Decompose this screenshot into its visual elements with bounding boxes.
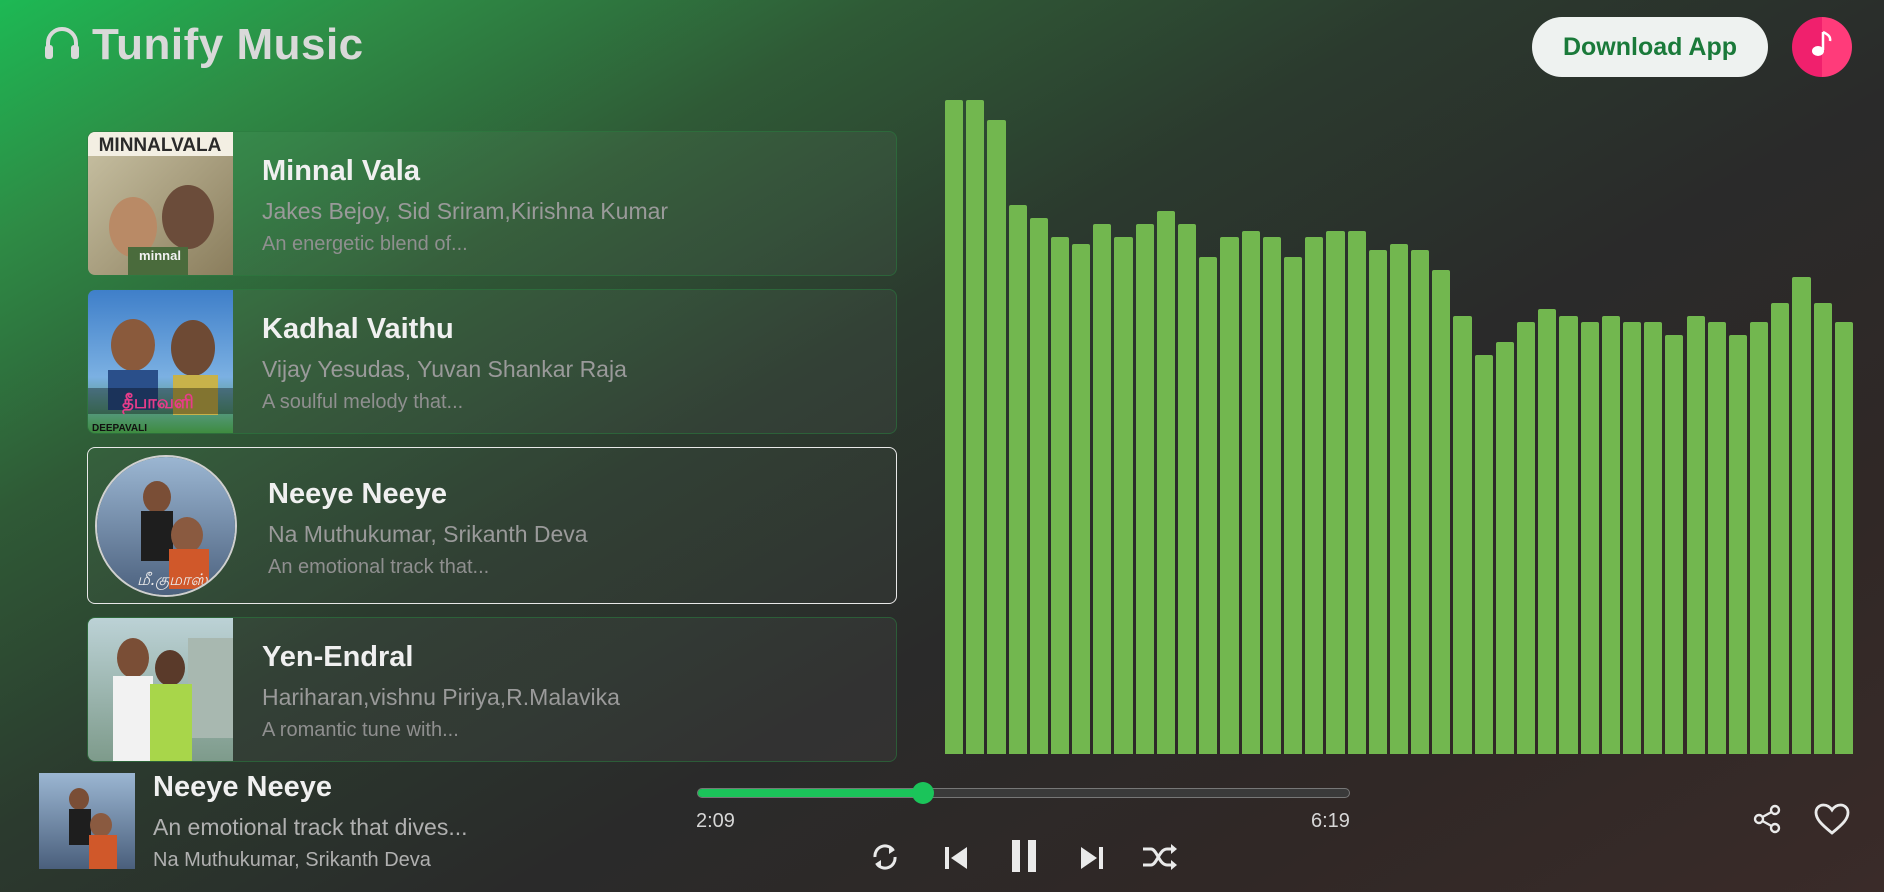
visualizer-bar: [1622, 322, 1642, 754]
visualizer-bar: [1283, 256, 1303, 754]
song-artists: Hariharan,vishnu Piriya,R.Malavika: [262, 684, 620, 710]
song-card-kadhal-vaithu[interactable]: தீபாவளி DEEPAVALI Kadhal Vaithu Vijay Ye…: [87, 289, 897, 434]
song-artists: Vijay Yesudas, Yuvan Shankar Raja: [262, 356, 627, 382]
visualizer-bar: [1072, 243, 1091, 754]
visualizer-bar: [1771, 302, 1790, 754]
visualizer-bar: [1601, 315, 1620, 754]
brand-title: Tunify Music: [92, 20, 364, 69]
visualizer-bar: [1029, 217, 1048, 754]
visualizer-bar: [1517, 322, 1536, 754]
visualizer-bar: [1580, 322, 1599, 754]
previous-button[interactable]: [936, 838, 976, 878]
visualizer-bar: [1008, 204, 1027, 754]
visualizer-bar: [1241, 230, 1260, 754]
visualizer-bar: [987, 119, 1006, 754]
repeat-icon: [867, 839, 903, 875]
brand: Tunify Music: [42, 20, 364, 70]
visualizer-bar: [1368, 250, 1387, 754]
now-playing-cover: [39, 773, 135, 869]
visualizer-bar: [1686, 315, 1705, 754]
song-title: Kadhal Vaithu: [262, 313, 454, 345]
visualizer-bar: [1750, 322, 1769, 754]
progress-fill: [698, 789, 923, 797]
visualizer-bar: [966, 100, 985, 754]
cover-text: DEEPAVALI: [92, 423, 147, 434]
visualizer-bar: [1220, 237, 1239, 754]
visualizer-bar: [1156, 211, 1176, 754]
audio-visualizer: [945, 100, 1853, 754]
visualizer-bar: [1495, 341, 1514, 754]
song-card-minnal-vala[interactable]: MINNALVALA minnal Minnal Vala Jakes Bejo…: [87, 131, 897, 276]
avatar[interactable]: [1792, 17, 1852, 77]
visualizer-bar: [1665, 335, 1684, 754]
visualizer-bar: [1432, 270, 1451, 754]
cover-text: MINNALVALA: [99, 135, 222, 156]
visualizer-bar: [1093, 224, 1112, 754]
now-playing-artists: Na Muthukumar, Srikanth Deva: [153, 849, 431, 871]
pause-icon: [1004, 836, 1044, 876]
now-playing-description: An emotional track that dives...: [153, 814, 468, 840]
music-note-icon: [1805, 28, 1839, 67]
song-cover: தீபாவளி DEEPAVALI: [88, 290, 233, 434]
share-icon: [1751, 803, 1783, 835]
song-card-yen-endral[interactable]: Yen-Endral Hariharan,vishnu Piriya,R.Mal…: [87, 617, 897, 762]
shuffle-icon: [1140, 841, 1180, 873]
visualizer-bar: [1347, 230, 1366, 754]
visualizer-bar: [1453, 315, 1472, 754]
progress-bar[interactable]: [697, 782, 1350, 804]
next-button[interactable]: [1072, 838, 1112, 878]
repeat-button[interactable]: [864, 836, 906, 878]
song-artists: Jakes Bejoy, Sid Sriram,Kirishna Kumar: [262, 198, 669, 224]
total-duration: 6:19: [1311, 810, 1350, 832]
song-cover: [88, 618, 233, 761]
visualizer-bar: [1538, 309, 1557, 754]
song-title: Yen-Endral: [262, 641, 414, 673]
visualizer-bar: [1050, 237, 1070, 754]
pause-button[interactable]: [1000, 832, 1048, 880]
skip-previous-icon: [940, 842, 972, 874]
visualizer-bar: [1707, 322, 1726, 754]
song-cover: MINNALVALA minnal: [88, 132, 233, 275]
visualizer-bar: [1305, 237, 1324, 754]
song-description: An energetic blend of...: [262, 233, 468, 255]
elapsed-time: 2:09: [696, 810, 735, 832]
visualizer-bar: [1199, 256, 1218, 754]
visualizer-bar: [1389, 243, 1409, 754]
svg-text:தீபாவளி: தீபாவளி: [122, 392, 194, 415]
song-description: An emotional track that...: [268, 556, 490, 578]
visualizer-bar: [1559, 315, 1578, 754]
visualizer-bar: [1411, 250, 1430, 754]
song-title: Neeye Neeye: [268, 478, 447, 510]
svg-text:minnal: minnal: [139, 248, 181, 263]
visualizer-bar: [1326, 230, 1345, 754]
visualizer-bar: [1813, 302, 1832, 754]
song-artists: Na Muthukumar, Srikanth Deva: [268, 521, 588, 547]
headphones-icon: [42, 23, 82, 68]
visualizer-bar: [1114, 237, 1133, 754]
song-card-neeye-neeye[interactable]: மீ.குமாஸ் Neeye Neeye Na Muthukumar, Sri…: [87, 447, 897, 604]
now-playing-title: Neeye Neeye: [153, 771, 332, 803]
like-button[interactable]: [1812, 800, 1852, 838]
visualizer-bar: [1262, 237, 1281, 754]
visualizer-bar: [1728, 335, 1748, 754]
visualizer-bar: [1135, 224, 1154, 754]
share-button[interactable]: [1750, 802, 1784, 836]
visualizer-bar: [1834, 322, 1853, 754]
svg-text:மீ.குமாஸ்: மீ.குமாஸ்: [137, 570, 208, 590]
song-description: A romantic tune with...: [262, 719, 459, 741]
song-title: Minnal Vala: [262, 155, 420, 187]
song-cover: மீ.குமாஸ்: [95, 455, 237, 597]
heart-icon: [1813, 802, 1851, 836]
visualizer-bar: [945, 100, 964, 754]
download-app-button[interactable]: Download App: [1532, 17, 1768, 77]
visualizer-bar: [1792, 276, 1811, 754]
shuffle-button[interactable]: [1138, 836, 1182, 878]
skip-next-icon: [1076, 842, 1108, 874]
visualizer-bar: [1644, 322, 1663, 754]
progress-knob[interactable]: [912, 782, 935, 804]
song-description: A soulful melody that...: [262, 391, 464, 413]
visualizer-bar: [1178, 224, 1197, 754]
visualizer-bar: [1474, 355, 1493, 754]
